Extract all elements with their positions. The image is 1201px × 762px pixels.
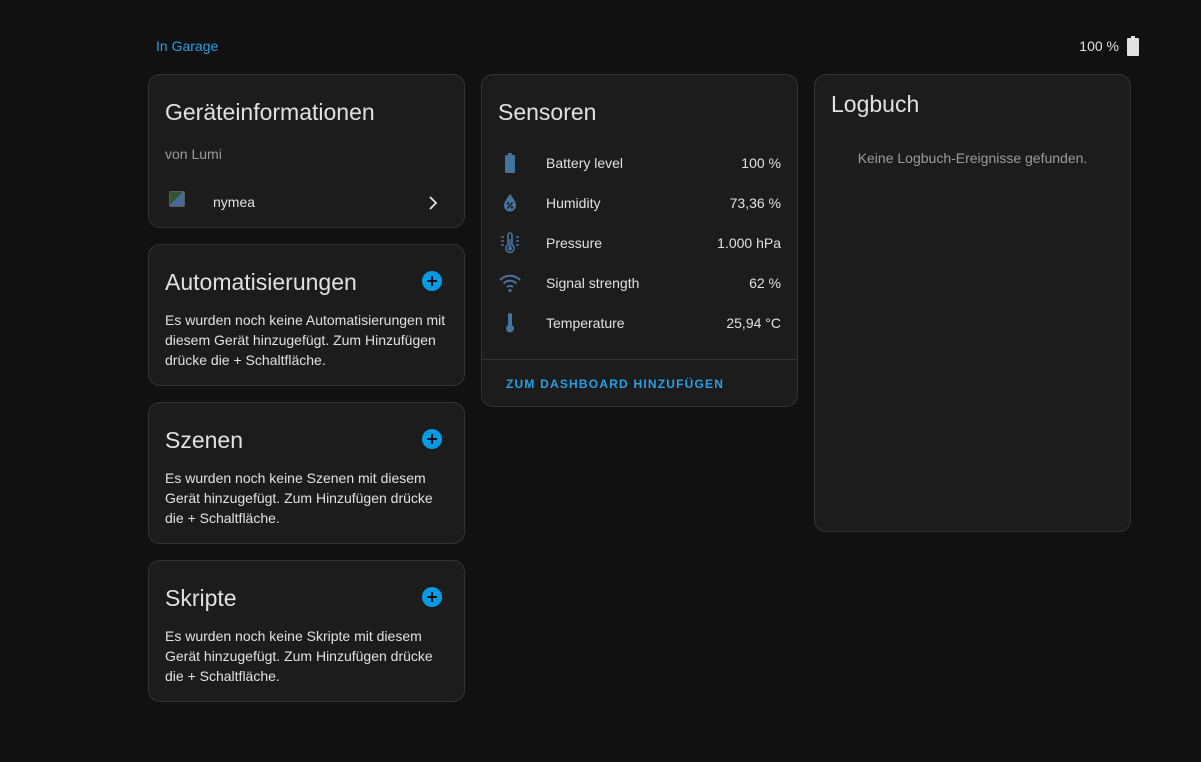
automations-title: Automatisierungen <box>165 269 357 295</box>
sensor-value: 73,36 % <box>729 195 781 211</box>
scenes-empty-text: Es wurden noch keine Szenen mit diesem G… <box>165 470 433 526</box>
add-to-dashboard-button[interactable]: ZUM DASHBOARD HINZUFÜGEN <box>506 377 724 391</box>
device-info-card: Geräteinformationen von Lumi nymea <box>148 74 465 228</box>
plus-icon <box>427 276 437 286</box>
scripts-empty-text: Es wurden noch keine Skripte mit diesem … <box>165 628 433 684</box>
sensor-value: 100 % <box>741 155 781 171</box>
gauge-thermometer-icon <box>498 231 522 255</box>
add-automation-button[interactable] <box>422 271 442 291</box>
top-bar: In Garage 100 % <box>0 0 1201 74</box>
sensor-name: Pressure <box>546 235 603 251</box>
sensor-row-humidity[interactable]: Humidity 73,36 % <box>482 183 797 223</box>
manufacturer-text: von Lumi <box>165 146 222 162</box>
add-scene-button[interactable] <box>422 429 442 449</box>
automations-card: Automatisierungen Es wurden noch keine A… <box>148 244 465 386</box>
sensor-name: Temperature <box>546 315 625 331</box>
sensor-value: 1.000 hPa <box>717 235 781 251</box>
logbook-title: Logbuch <box>831 91 920 117</box>
wifi-icon <box>498 271 522 295</box>
scenes-card: Szenen Es wurden noch keine Szenen mit d… <box>148 402 465 544</box>
battery-status: 100 % <box>1079 36 1139 56</box>
automations-empty-text: Es wurden noch keine Automatisierungen m… <box>165 312 446 368</box>
plus-icon <box>427 434 437 444</box>
sensor-name: Signal strength <box>546 275 640 291</box>
integration-name: nymea <box>213 194 256 210</box>
water-percent-icon <box>498 191 522 215</box>
integration-logo-icon <box>169 191 185 207</box>
sensors-title: Sensoren <box>498 99 597 125</box>
battery-icon <box>498 151 522 175</box>
plus-icon <box>427 592 437 602</box>
sensor-row-signal[interactable]: Signal strength 62 % <box>482 263 797 303</box>
add-script-button[interactable] <box>422 587 442 607</box>
chevron-right-icon <box>428 195 438 216</box>
sensor-row-pressure[interactable]: Pressure 1.000 hPa <box>482 223 797 263</box>
sensor-row-temperature[interactable]: Temperature 25,94 °C <box>482 303 797 343</box>
device-info-title: Geräteinformationen <box>165 99 375 125</box>
sensors-card: Sensoren Battery level 100 % Humidity 73… <box>481 74 798 407</box>
integration-item[interactable]: nymea <box>149 183 464 223</box>
scripts-card: Skripte Es wurden noch keine Skripte mit… <box>148 560 465 702</box>
logbook-empty-text: Keine Logbuch-Ereignisse gefunden. <box>857 150 1088 166</box>
sensor-value: 25,94 °C <box>726 315 781 331</box>
sensor-value: 62 % <box>749 275 781 291</box>
sensor-name: Humidity <box>546 195 601 211</box>
battery-status-text: 100 % <box>1079 38 1119 54</box>
thermometer-icon <box>498 311 522 335</box>
area-link[interactable]: In Garage <box>156 38 218 54</box>
card-divider <box>482 359 797 360</box>
sensor-row-battery[interactable]: Battery level 100 % <box>482 143 797 183</box>
scenes-title: Szenen <box>165 427 244 453</box>
scripts-title: Skripte <box>165 585 237 611</box>
sensor-name: Battery level <box>546 155 624 171</box>
battery-icon <box>1127 36 1139 56</box>
logbook-card: Logbuch Keine Logbuch-Ereignisse gefunde… <box>814 74 1131 532</box>
